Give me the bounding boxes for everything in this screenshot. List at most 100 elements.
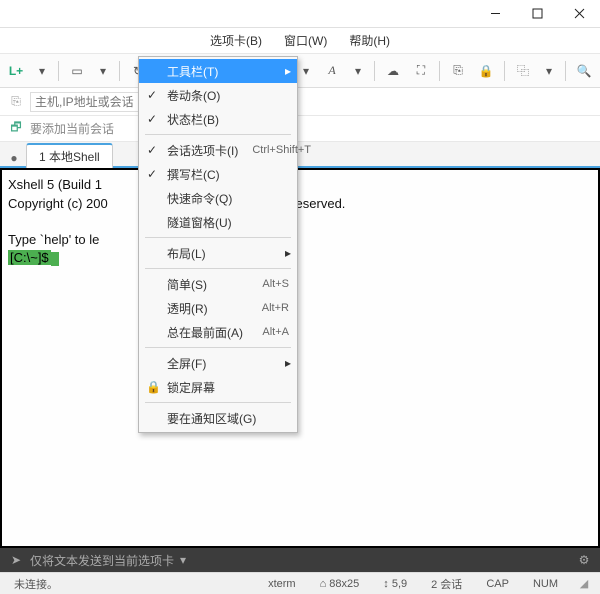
terminal-cursor <box>51 252 59 266</box>
menu-separator <box>145 268 291 269</box>
open-icon[interactable]: ▭ <box>65 59 89 83</box>
check-icon: ✓ <box>147 167 157 181</box>
menu-item-sessiontab[interactable]: ✓会话选项卡(I)Ctrl+Shift+T <box>139 138 297 162</box>
resize-grip-icon[interactable]: ◢ <box>576 576 592 592</box>
new-session-button[interactable]: L+ <box>4 59 28 83</box>
chevron-down-icon[interactable]: ▾ <box>180 553 186 567</box>
terminal-line: Copyright (c) 200 <box>8 196 108 211</box>
separator <box>119 61 120 81</box>
status-bar: 未连接。 xterm ⌂ 88x25 ↕ 5,9 2 会话 CAP NUM ◢ <box>0 572 600 594</box>
menu-item-label: 布局(L) <box>167 245 206 262</box>
menu-item-layout[interactable]: 布局(L) ▸ <box>139 241 297 265</box>
separator <box>439 61 440 81</box>
terminal[interactable]: Xshell 5 (Build 1 Copyright (c) 200 c. A… <box>0 168 600 548</box>
submenu-arrow-icon: ▸ <box>285 246 291 260</box>
menu-item-label: 隧道窗格(U) <box>167 214 232 231</box>
menu-item-label: 要在通知区域(G) <box>167 410 256 427</box>
toolbar-dropdown-5[interactable]: ▾ <box>539 59 559 83</box>
menu-item-simple[interactable]: 简单(S) Alt+S <box>139 272 297 296</box>
menu-item-label: 卷动条(O) <box>167 87 220 104</box>
menu-item-transp[interactable]: 透明(R)Alt+R <box>139 296 297 320</box>
menu-item-scrollbar[interactable]: ✓ 卷动条(O) <box>139 83 297 107</box>
menu-tabs[interactable]: 选项卡(B) <box>202 29 270 52</box>
menu-item-label: 透明(R) <box>167 300 208 317</box>
host-icon: ⎘ <box>8 94 24 110</box>
menu-window[interactable]: 窗口(W) <box>276 29 335 52</box>
status-size: ⌂ 88x25 <box>314 578 366 590</box>
menu-item-fullscreen[interactable]: 全屏(F) ▸ <box>139 351 297 375</box>
menu-separator <box>145 134 291 135</box>
menu-item-statusbar[interactable]: ✓ 状态栏(B) <box>139 107 297 131</box>
send-bar: ➤ 仅将文本发送到当前选项卡 ▾ ⚙ <box>0 548 600 572</box>
terminal-line: Type `help' to le <box>8 232 99 247</box>
menu-shortcut: Ctrl+Shift+T <box>238 144 311 156</box>
toolbar-dropdown-1[interactable]: ▾ <box>32 59 52 83</box>
tab-local-shell[interactable]: 1 本地Shell <box>26 143 113 168</box>
encoding-icon[interactable]: ⎘ <box>446 59 470 83</box>
toolbar: L+ ▾ ▭ ▾ ↻ ⎋ 🌐 ▾ A ▾ ☁ ⛶ ⎘ 🔒 ⿻ ▾ 🔍 <box>0 54 600 88</box>
titlebar <box>0 0 600 28</box>
copy-icon[interactable]: ⿻ <box>511 59 535 83</box>
status-sessions: 2 会话 <box>425 576 468 592</box>
menu-item-label: 撰写栏(C) <box>167 166 220 183</box>
menu-help[interactable]: 帮助(H) <box>341 29 398 52</box>
menu-item-tray[interactable]: 要在通知区域(G) <box>139 406 297 430</box>
status-connection: 未连接。 <box>8 576 64 592</box>
menu-item-tunnel[interactable]: 隧道窗格(U) <box>139 210 297 234</box>
menu-item-label: 会话选项卡(I) <box>167 142 238 159</box>
toolbar-dropdown-4[interactable]: ▾ <box>348 59 368 83</box>
check-icon: ✓ <box>147 143 157 157</box>
lock-icon[interactable]: 🔒 <box>474 59 498 83</box>
font-icon[interactable]: A <box>320 59 344 83</box>
size-glyph-icon: ⌂ <box>320 578 327 590</box>
search-icon[interactable]: 🔍 <box>572 59 596 83</box>
menu-separator <box>145 402 291 403</box>
status-num: NUM <box>527 578 564 590</box>
add-icon[interactable]: 🗗 <box>8 121 24 137</box>
minimize-button[interactable] <box>474 0 516 28</box>
tab-bullet-icon: ● <box>6 150 22 166</box>
fullscreen-icon[interactable]: ⛶ <box>409 59 433 83</box>
menu-item-label: 全屏(F) <box>167 355 206 372</box>
submenu-arrow-icon: ▸ <box>285 356 291 370</box>
menu-item-lock[interactable]: 🔒 锁定屏幕 <box>139 375 297 399</box>
status-pos: ↕ 5,9 <box>377 578 413 590</box>
menu-item-quickcmd[interactable]: 快速命令(Q) <box>139 186 297 210</box>
menu-shortcut: Alt+S <box>248 278 289 290</box>
terminal-prompt: [C:\~]$ <box>8 250 51 265</box>
menu-item-toolbar[interactable]: 工具栏(T) ▸ <box>139 59 297 83</box>
maximize-button[interactable] <box>516 0 558 28</box>
toolbar-dropdown-3[interactable]: ▾ <box>296 59 316 83</box>
menu-item-label: 锁定屏幕 <box>167 379 215 396</box>
toolbar-dropdown-2[interactable]: ▾ <box>93 59 113 83</box>
submenu-arrow-icon: ▸ <box>285 64 291 78</box>
separator <box>58 61 59 81</box>
separator <box>374 61 375 81</box>
menu-item-label: 简单(S) <box>167 276 207 293</box>
add-session-row: 🗗 要添加当前会话 <box>0 116 600 142</box>
status-cap: CAP <box>480 578 515 590</box>
close-button[interactable] <box>558 0 600 28</box>
menu-item-label: 总在最前面(A) <box>167 324 243 341</box>
add-session-label: 要添加当前会话 <box>30 120 114 137</box>
menu-item-compose[interactable]: ✓ 撰写栏(C) <box>139 162 297 186</box>
sendbar-settings-icon[interactable]: ⚙ <box>576 552 592 568</box>
view-menu-dropdown: 工具栏(T)▸✓卷动条(O)✓状态栏(B)✓会话选项卡(I)Ctrl+Shift… <box>138 56 298 433</box>
menu-item-topmost[interactable]: 总在最前面(A) Alt+A <box>139 320 297 344</box>
send-bar-label: 仅将文本发送到当前选项卡 <box>30 552 174 569</box>
check-icon: ✓ <box>147 88 157 102</box>
cloud-icon[interactable]: ☁ <box>381 59 405 83</box>
separator <box>504 61 505 81</box>
send-icon[interactable]: ➤ <box>8 552 24 568</box>
pos-glyph-icon: ↕ <box>383 578 389 590</box>
menu-separator <box>145 237 291 238</box>
menu-item-label: 状态栏(B) <box>167 111 219 128</box>
status-term: xterm <box>262 578 302 590</box>
menu-shortcut: Alt+A <box>248 326 289 338</box>
menu-item-label: 快速命令(Q) <box>167 190 232 207</box>
lock-icon: 🔒 <box>146 380 161 394</box>
separator <box>565 61 566 81</box>
menu-item-label: 工具栏(T) <box>167 63 218 80</box>
terminal-line: Xshell 5 (Build 1 <box>8 177 102 192</box>
check-icon: ✓ <box>147 112 157 126</box>
